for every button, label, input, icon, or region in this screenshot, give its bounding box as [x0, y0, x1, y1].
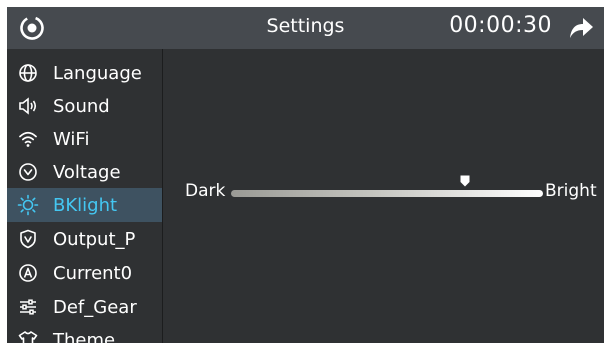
sidebar-item-label: Voltage — [53, 161, 121, 183]
sidebar-item-theme[interactable]: Theme — [7, 323, 162, 343]
settings-sidebar: Language Sound WiFi Voltage BKlight Outp… — [7, 49, 162, 343]
header-bar: Settings 00:00:30 — [7, 7, 604, 49]
globe-icon — [17, 62, 39, 84]
timer-display: 00:00:30 — [449, 13, 552, 38]
sidebar-item-label: Language — [53, 62, 142, 84]
sidebar-item-label: Sound — [53, 95, 110, 117]
slider-min-label: Dark — [185, 181, 226, 201]
slider-max-label: Bright — [545, 181, 597, 201]
sidebar-item-current0[interactable]: Current0 — [7, 256, 162, 290]
sidebar-item-label: Def_Gear — [53, 296, 137, 318]
sliders-icon — [17, 296, 39, 318]
chevron-circle-icon — [17, 161, 39, 183]
sidebar-item-sound[interactable]: Sound — [7, 89, 162, 123]
sidebar-item-label: BKlight — [53, 194, 118, 216]
shirt-icon — [17, 329, 39, 343]
backlight-slider-track[interactable] — [231, 190, 543, 197]
slider-handle-icon[interactable] — [460, 175, 470, 187]
sun-icon — [17, 194, 39, 216]
backlight-panel: Dark Bright — [163, 49, 604, 343]
sidebar-item-def-gear[interactable]: Def_Gear — [7, 290, 162, 324]
sidebar-item-label: Output_P — [53, 228, 136, 250]
sidebar-item-output-p[interactable]: Output_P — [7, 222, 162, 256]
shield-icon — [17, 228, 39, 250]
sidebar-item-wifi[interactable]: WiFi — [7, 122, 162, 156]
sidebar-item-label: Theme — [53, 329, 116, 344]
sidebar-item-label: WiFi — [53, 128, 90, 150]
sidebar-item-bklight[interactable]: BKlight — [7, 188, 162, 222]
a-circle-icon — [17, 262, 39, 284]
device-screen: Settings 00:00:30 Language Sound WiFi Vo… — [7, 7, 604, 343]
wifi-icon — [17, 128, 39, 150]
sidebar-item-label: Current0 — [53, 262, 133, 284]
forward-arrow-icon[interactable] — [568, 16, 594, 40]
sidebar-item-language[interactable]: Language — [7, 56, 162, 90]
speaker-icon — [17, 95, 39, 117]
sidebar-item-voltage[interactable]: Voltage — [7, 155, 162, 189]
